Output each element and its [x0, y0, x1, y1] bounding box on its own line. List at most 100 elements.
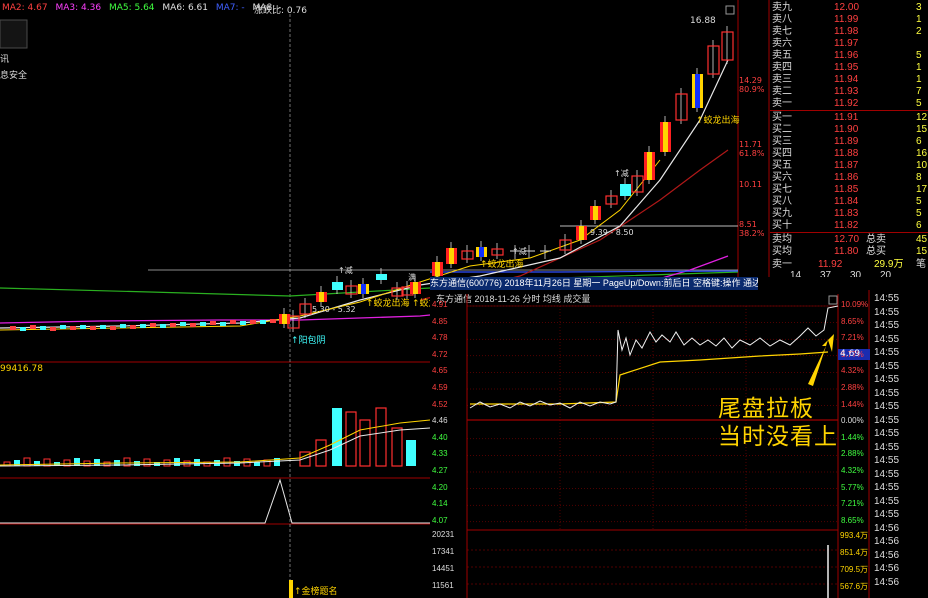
candle — [376, 274, 387, 280]
candle — [70, 326, 76, 330]
candle — [10, 326, 16, 330]
candle — [160, 324, 166, 328]
axis-pct-4: 38.2% — [739, 229, 765, 238]
popup-price-tick: 4.85 — [432, 316, 448, 326]
candle — [220, 322, 226, 326]
max-price-label: 16.88 — [690, 16, 716, 26]
order-book: 卖九 12.00 3 卖八 11.99 1 卖七 11.98 2 卖六 11.97 卖五 11.96 5 卖… — [770, 0, 928, 290]
candle — [40, 326, 46, 330]
ma3-label: MA3: 4.36 — [55, 3, 102, 13]
sell-row-1[interactable]: 卖一 11.92 5 — [770, 97, 928, 110]
tick-time: 14:55 — [874, 455, 900, 466]
last-unit: 笔 — [916, 259, 926, 270]
candle — [140, 324, 146, 328]
candle — [80, 325, 86, 329]
popup-pct-tick: 1.44% — [841, 432, 864, 442]
candle — [180, 322, 186, 326]
candle — [20, 327, 26, 331]
axis-price-3: 10.11 — [739, 180, 762, 189]
sell-row-1-label: 卖一 — [772, 98, 792, 109]
popup-price-tick: 4.07 — [432, 515, 448, 525]
candle-core — [579, 226, 584, 240]
candle-core — [319, 292, 324, 302]
candle — [299, 303, 312, 315]
jian-label-2: ↑减 — [512, 247, 527, 256]
buy-row-10-label: 买十 — [772, 220, 792, 231]
popup-pct-tick: 8.65% — [841, 515, 864, 525]
candle — [90, 326, 96, 330]
volume-bar — [74, 458, 80, 466]
candle-core — [449, 248, 454, 264]
popup-pct-tick: 0.00% — [841, 416, 864, 426]
axis-price-2: 11.71 — [739, 140, 762, 149]
candle-core — [413, 282, 418, 294]
candle — [250, 320, 256, 324]
tick-time: 14:55 — [874, 441, 900, 453]
popup-pct-tick: 8.65% — [841, 316, 864, 326]
popup-vol-tick-right: 993.4万 — [840, 531, 869, 540]
candle — [110, 326, 116, 330]
popup-title-bar[interactable]: 东方通信(600776) 2018年11月26日 星期一 PageUp/Down… — [430, 277, 758, 290]
candle — [270, 319, 276, 323]
avg_buy-price: 11.80 — [834, 246, 859, 257]
volume-bar — [359, 419, 371, 467]
axis-pct-1: 80.9% — [739, 85, 765, 94]
candle — [721, 31, 734, 61]
popup-vol-tick-right: 709.5万 — [840, 565, 869, 574]
volume-bar — [406, 440, 416, 466]
candle — [620, 184, 631, 196]
tick-time: 14:56 — [874, 549, 900, 561]
popup-price-tick: 4.46 — [432, 416, 448, 426]
candle-core — [479, 247, 484, 257]
popup-pct-tick: 7.21% — [841, 333, 864, 343]
popup-pct-tick: 1.44% — [841, 399, 864, 409]
tick-time: 14:56 — [874, 563, 900, 574]
volume-bar — [263, 459, 271, 467]
tick-time: 14:55 — [874, 347, 900, 358]
axis-pct-2: 61.8% — [739, 149, 765, 158]
popup-price-tick: 4.59 — [432, 383, 448, 392]
buy-row-10[interactable]: 买十 11.82 6 — [770, 219, 928, 232]
candle — [30, 325, 36, 329]
tick-time: 14:56 — [874, 576, 900, 588]
candle — [190, 323, 196, 327]
sell-row-1-volume: 5 — [916, 98, 922, 109]
candle-core — [647, 152, 652, 180]
tick-time: 14:55 — [874, 306, 900, 318]
popup-vol-tick-left: 20231 — [432, 530, 455, 539]
candle — [210, 321, 216, 325]
buy-row-10-price: 11.82 — [834, 220, 859, 231]
range-label-1: 5.30 - 5.32 — [312, 305, 356, 314]
tick-time: 14:56 — [874, 522, 900, 534]
candle — [675, 93, 688, 121]
candle — [130, 325, 136, 329]
popup-pct-tick: 7.21% — [841, 499, 864, 509]
tick-time: 14:55 — [874, 495, 900, 507]
volume-bar — [174, 458, 180, 466]
candle — [100, 325, 106, 329]
jian-label-3: ↑减 — [614, 169, 629, 178]
man-label: 满 — [408, 273, 416, 282]
tick-time: 14:55 — [874, 374, 900, 385]
jiaolong-label-1: ↑蛟龙出海 — [696, 116, 740, 126]
avg_buy-total-value: 15 — [916, 246, 928, 257]
range-label-2: 9.39 - 8.50 — [590, 228, 634, 237]
candle-core — [282, 314, 287, 324]
sell-row-1-price: 11.92 — [834, 98, 859, 109]
candle — [120, 324, 126, 328]
popup-vol-tick-left: 14451 — [432, 564, 455, 573]
volume-bar — [332, 408, 342, 466]
popup-vol-tick-right: 851.4万 — [840, 548, 869, 557]
popup-price-tick: 4.91 — [432, 300, 448, 309]
tick-time: 14:55 — [874, 387, 900, 399]
candle — [491, 248, 504, 256]
volume-bar — [43, 458, 51, 467]
volume-value: 99416.78 — [0, 364, 43, 374]
popup-pct-tick: 2.88% — [841, 383, 864, 392]
tick-time: 14:55 — [874, 360, 900, 372]
tick-time: 14:55 — [874, 293, 900, 304]
popup-price-tick: 4.33 — [432, 449, 448, 459]
candle — [170, 323, 176, 327]
annotation-line-2: 当时没看上 — [718, 424, 838, 450]
candle — [332, 282, 343, 290]
